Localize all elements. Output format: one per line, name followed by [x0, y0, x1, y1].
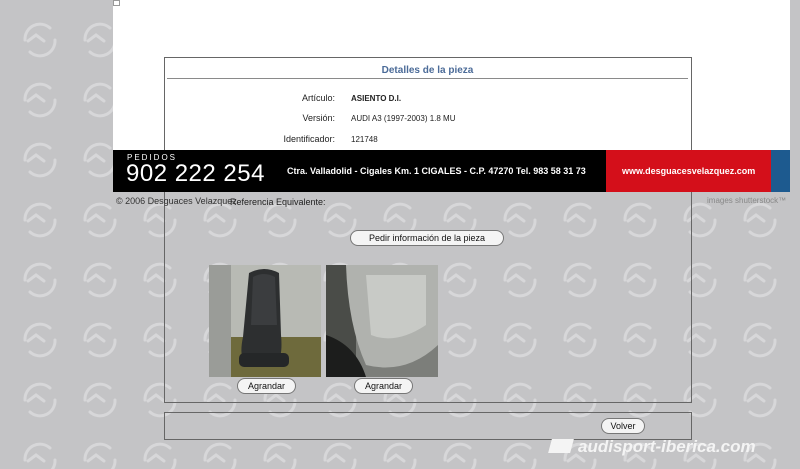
- part-photo-1[interactable]: [209, 265, 321, 377]
- website-link[interactable]: www.desguacesvelazquez.com: [622, 166, 755, 176]
- field-label-version: Versión:: [302, 113, 335, 123]
- details-title: Detalles de la pieza: [381, 65, 474, 76]
- copyright-text: © 2006 Desguaces Velazquez: [116, 196, 237, 206]
- part-photo-2[interactable]: [326, 265, 438, 377]
- company-address: Ctra. Valladolid - Cigales Km. 1 CIGALES…: [287, 166, 586, 176]
- field-value-article: ASIENTO D.I.: [351, 94, 402, 103]
- enlarge-button-2[interactable]: Agrandar: [354, 378, 413, 394]
- field-label-id: Identificador:: [283, 134, 335, 144]
- back-panel: Volver: [164, 412, 692, 440]
- website-box[interactable]: www.desguacesvelazquez.com: [606, 150, 771, 192]
- broken-image-icon: [113, 0, 120, 6]
- request-info-button[interactable]: Pedir información de la pieza: [350, 230, 504, 246]
- blue-accent-bar: [771, 150, 790, 192]
- enlarge-button-1[interactable]: Agrandar: [237, 378, 296, 394]
- images-credit: images shutterstock™: [707, 196, 787, 205]
- watermark-logo-icon: [548, 439, 574, 453]
- field-label-reference: Referencia Equivalente:: [230, 197, 326, 207]
- details-panel: Detalles de la pieza Artículo: ASIENTO D…: [164, 57, 692, 403]
- orders-phone: 902 222 254: [126, 160, 265, 187]
- field-value-version: AUDI A3 (1997-2003) 1.8 MU: [351, 114, 456, 123]
- field-label-article: Artículo:: [301, 93, 335, 103]
- back-button[interactable]: Volver: [601, 418, 645, 434]
- watermark-text: audisport-iberica.com: [578, 437, 756, 456]
- contact-banner: PEDIDOS 902 222 254 Ctra. Valladolid - C…: [113, 150, 790, 192]
- field-value-id: 121748: [351, 135, 378, 144]
- details-header: Detalles de la pieza: [167, 61, 688, 79]
- site-watermark: audisport-iberica.com: [548, 437, 756, 457]
